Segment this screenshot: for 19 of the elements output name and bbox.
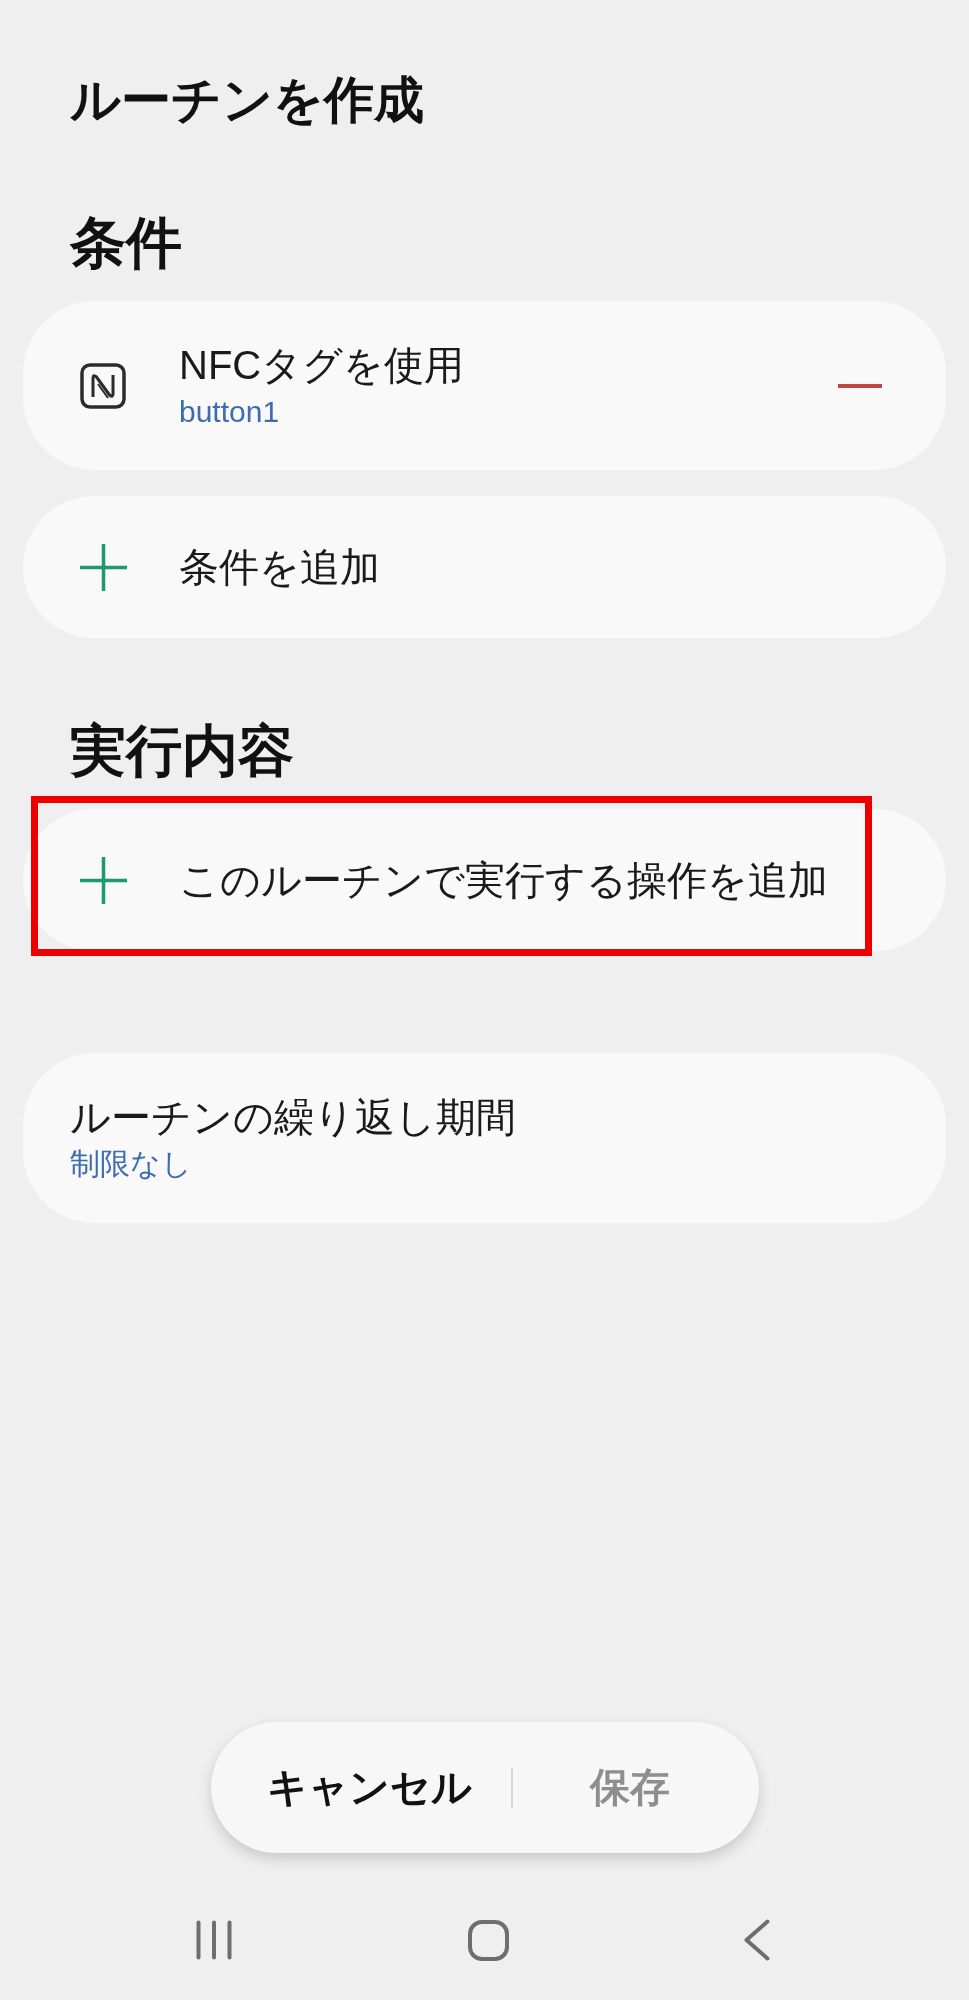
add-button[interactable]: 条件を追加	[23, 496, 946, 638]
setting-title: ルーチンの繰り返し期間	[70, 1094, 516, 1140]
add-button[interactable]: このルーチンで実行する操作を追加	[23, 809, 946, 951]
minus-icon	[838, 383, 882, 388]
plus-icon	[80, 856, 127, 904]
cancel-button[interactable]: キャンセル	[210, 1722, 511, 1853]
setting-value: 制限なし	[70, 1146, 192, 1182]
repeat-setting-card[interactable]: ルーチンの繰り返し期間 制限なし	[23, 1053, 946, 1223]
nfc-icon	[80, 362, 126, 409]
back-icon[interactable]	[744, 1919, 770, 1961]
page-title: ルーチンを作成	[70, 71, 424, 130]
condition-value: button1	[179, 393, 280, 430]
home-icon[interactable]	[467, 1919, 509, 1961]
plus-icon	[80, 543, 127, 591]
section-heading: 条件	[70, 210, 182, 276]
recent-apps-icon[interactable]	[196, 1920, 232, 1960]
condition-title: NFCタグを使用	[179, 341, 465, 388]
section-heading: 実行内容	[70, 718, 294, 784]
condition-card[interactable]: NFCタグを使用 button1	[23, 301, 946, 470]
